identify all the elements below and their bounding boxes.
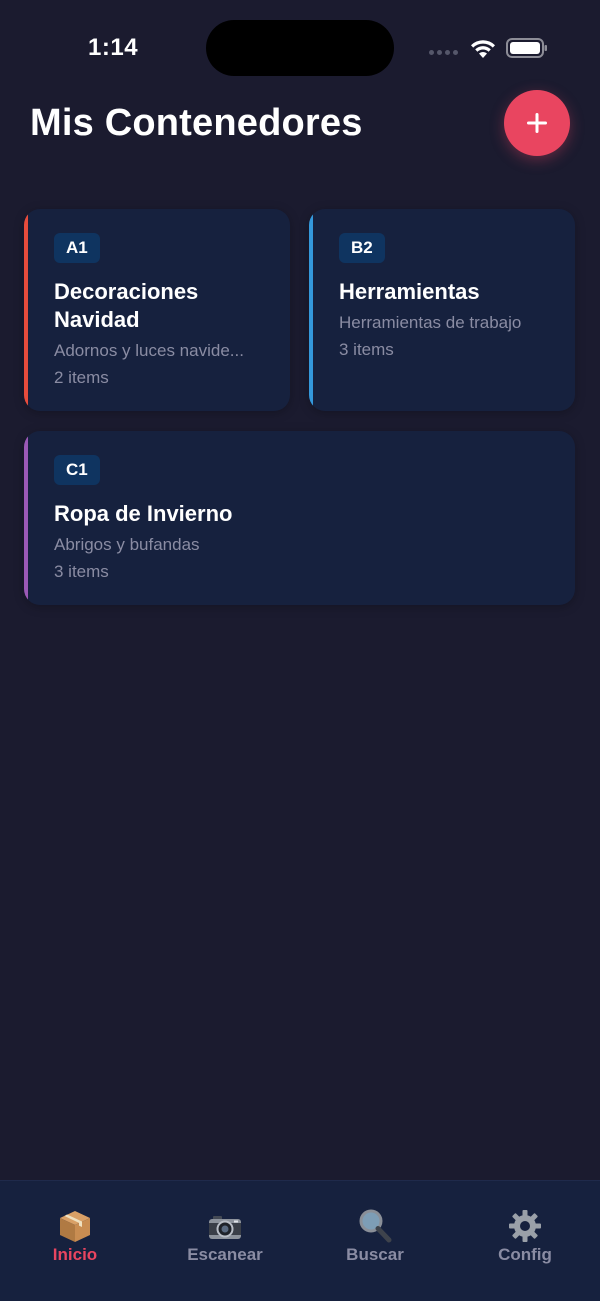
package-icon xyxy=(60,1211,90,1242)
tab-config[interactable]: Config xyxy=(450,1181,600,1301)
card-accent-bar xyxy=(309,209,313,411)
container-title: Decoraciones Navidad xyxy=(54,279,199,332)
tab-label: Config xyxy=(498,1245,552,1264)
container-card-b2[interactable]: B2 Herramientas Herramientas de trabajo … xyxy=(309,209,575,411)
gear-icon xyxy=(509,1210,541,1242)
container-description: Abrigos y bufandas xyxy=(54,535,200,554)
battery-icon xyxy=(506,38,547,58)
dynamic-island xyxy=(206,20,394,76)
container-item-count: 3 items xyxy=(339,340,394,359)
container-item-count: 3 items xyxy=(54,562,109,581)
tab-label: Buscar xyxy=(346,1245,404,1264)
tab-label: Escanear xyxy=(187,1245,263,1264)
container-item-count: 2 items xyxy=(54,368,109,387)
tab-label: Inicio xyxy=(52,1245,98,1264)
camera-icon xyxy=(209,1216,241,1239)
container-code-badge: C1 xyxy=(54,455,100,485)
page-title: Mis Contenedores xyxy=(30,102,363,144)
container-code-badge: B2 xyxy=(339,233,385,263)
container-card-a1[interactable]: A1 Decoraciones Navidad Adornos y luces … xyxy=(24,209,290,411)
container-description: Herramientas de trabajo xyxy=(339,313,522,332)
wifi-icon xyxy=(471,40,495,58)
magnifier-icon xyxy=(359,1209,392,1243)
status-bar: 1:14 xyxy=(0,0,600,96)
plus-icon xyxy=(527,113,547,133)
container-title: Herramientas xyxy=(339,279,480,304)
container-title: Ropa de Invierno xyxy=(54,501,233,526)
tab-buscar[interactable]: Buscar xyxy=(300,1181,450,1301)
status-time: 1:14 xyxy=(88,34,139,61)
container-description: Adornos y luces navide... xyxy=(54,341,244,360)
tab-escanear[interactable]: Escanear xyxy=(150,1181,300,1301)
container-card-c1[interactable]: C1 Ropa de Invierno Abrigos y bufandas 3… xyxy=(24,431,575,605)
card-accent-bar xyxy=(24,209,28,411)
cellular-signal-icon xyxy=(429,50,458,55)
tab-inicio[interactable]: Inicio xyxy=(0,1181,150,1301)
bottom-tab-bar: Inicio Escanear Buscar Config xyxy=(0,1180,600,1301)
card-accent-bar xyxy=(24,431,28,605)
add-container-button[interactable] xyxy=(504,90,570,156)
container-code-badge: A1 xyxy=(54,233,100,263)
